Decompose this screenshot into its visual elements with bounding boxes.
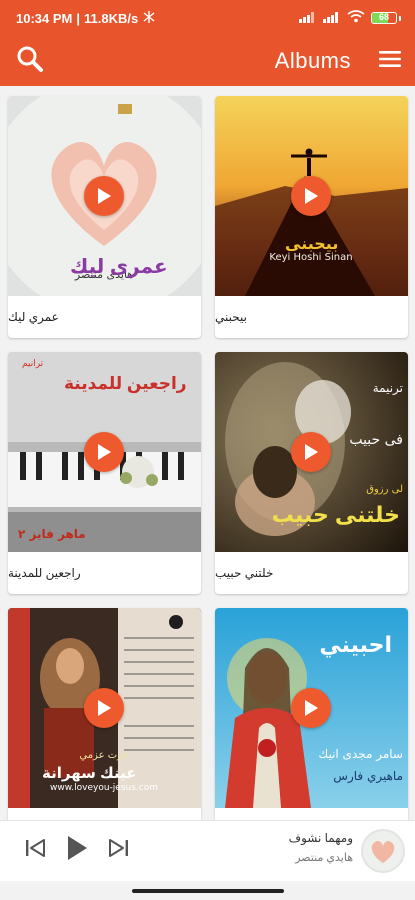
status-right: 68	[299, 10, 401, 26]
album-cover-text: عينك سهرانة	[42, 765, 137, 782]
play-icon	[98, 444, 111, 460]
play-icon	[305, 188, 318, 204]
svg-text:سامر مجدى انيك: سامر مجدى انيك	[318, 747, 403, 762]
play-button[interactable]	[84, 176, 124, 216]
status-separator: |	[76, 10, 81, 26]
album-card[interactable]: www.loveyou-jesus.com عزت عزمي عينك سهرا…	[8, 608, 201, 850]
album-card[interactable]: سامر مجدى انيك ماهيري فارس احبيني احبيني	[215, 608, 408, 850]
play-icon	[305, 444, 318, 460]
album-card[interactable]: ترانيم ماهر فايز ٢ راجعين للمدينة راجعين…	[8, 352, 201, 594]
play-icon	[98, 700, 111, 716]
battery-level: 68	[378, 12, 389, 22]
album-grid: هايدى منتصر عمرى ليك عمري ليك Keyi Hoshi…	[8, 96, 408, 850]
status-time: 10:34 PM	[16, 10, 73, 26]
album-cover-text: راجعين للمدينة	[64, 374, 187, 393]
album-cover-text: احبيني	[319, 632, 392, 657]
svg-text:ترنيمة: ترنيمة	[373, 381, 403, 396]
menu-icon[interactable]	[379, 50, 401, 73]
album-cover[interactable]: هايدى منتصر عمرى ليك	[8, 96, 201, 296]
album-cover[interactable]: Keyi Hoshi Sinan بيحبنى	[215, 96, 408, 296]
status-bar: 10:34 PM | 11.8KB/s 68	[0, 0, 415, 36]
now-playing-cover[interactable]	[361, 829, 405, 873]
album-cover[interactable]: ترانيم ماهر فايز ٢ راجعين للمدينة	[8, 352, 201, 552]
album-cover-text: خلتنى حبيب	[271, 502, 400, 527]
bluetooth-icon	[142, 10, 156, 26]
page-title: Albums	[274, 48, 351, 73]
album-cover-text: بيحبنى	[285, 236, 339, 253]
status-left: 10:34 PM | 11.8KB/s	[16, 10, 156, 26]
home-indicator	[132, 889, 284, 893]
wifi-icon	[347, 10, 365, 26]
album-title: خلتني حبيب	[215, 566, 274, 580]
album-card[interactable]: Keyi Hoshi Sinan بيحبنى بيحبني	[215, 96, 408, 338]
album-cover[interactable]: www.loveyou-jesus.com عزت عزمي عينك سهرا…	[8, 608, 201, 808]
svg-text:ماهيري فارس: ماهيري فارس	[333, 769, 403, 784]
play-button[interactable]	[291, 688, 331, 728]
search-icon[interactable]	[16, 45, 44, 78]
track-title: ومهما نشوف	[288, 831, 353, 845]
status-network-speed: 11.8KB/s	[84, 10, 139, 26]
album-card[interactable]: هايدى منتصر عمرى ليك عمري ليك	[8, 96, 201, 338]
battery-icon: 68	[371, 12, 401, 24]
play-button[interactable]	[84, 688, 124, 728]
play-icon	[98, 188, 111, 204]
svg-text:لى رزوق: لى رزوق	[366, 484, 403, 495]
album-cover[interactable]: ترنيمة فى حبيب لى رزوق خلتنى حبيب	[215, 352, 408, 552]
signal-icon-2	[323, 11, 341, 26]
album-cover-text: عمرى ليك	[70, 256, 168, 278]
album-title: راجعين للمدينة	[8, 566, 81, 580]
play-icon	[305, 700, 318, 716]
app-bar: Albums	[0, 36, 415, 86]
svg-text:ترانيم: ترانيم	[22, 359, 44, 369]
play-icon[interactable]	[66, 835, 88, 866]
play-button[interactable]	[84, 432, 124, 472]
previous-icon[interactable]	[24, 837, 46, 864]
track-info[interactable]: ومهما نشوف هايدي منتصر	[289, 831, 353, 864]
svg-text:فى حبيب: فى حبيب	[349, 432, 403, 448]
play-button[interactable]	[291, 176, 331, 216]
album-title: بيحبني	[215, 310, 247, 324]
signal-icon	[299, 11, 317, 26]
svg-text:ماهر فايز ٢: ماهر فايز ٢	[18, 527, 86, 541]
play-button[interactable]	[291, 432, 331, 472]
svg-text:www.loveyou-jesus.com: www.loveyou-jesus.com	[50, 783, 158, 793]
track-artist: هايدي منتصر	[295, 852, 353, 864]
mini-player: ومهما نشوف هايدي منتصر	[0, 820, 415, 881]
album-card[interactable]: ترنيمة فى حبيب لى رزوق خلتنى حبيب خلتني …	[215, 352, 408, 594]
svg-text:عزت عزمي: عزت عزمي	[79, 750, 128, 761]
album-cover[interactable]: سامر مجدى انيك ماهيري فارس احبيني	[215, 608, 408, 808]
album-title: عمري ليك	[8, 310, 59, 324]
next-icon[interactable]	[108, 837, 130, 864]
